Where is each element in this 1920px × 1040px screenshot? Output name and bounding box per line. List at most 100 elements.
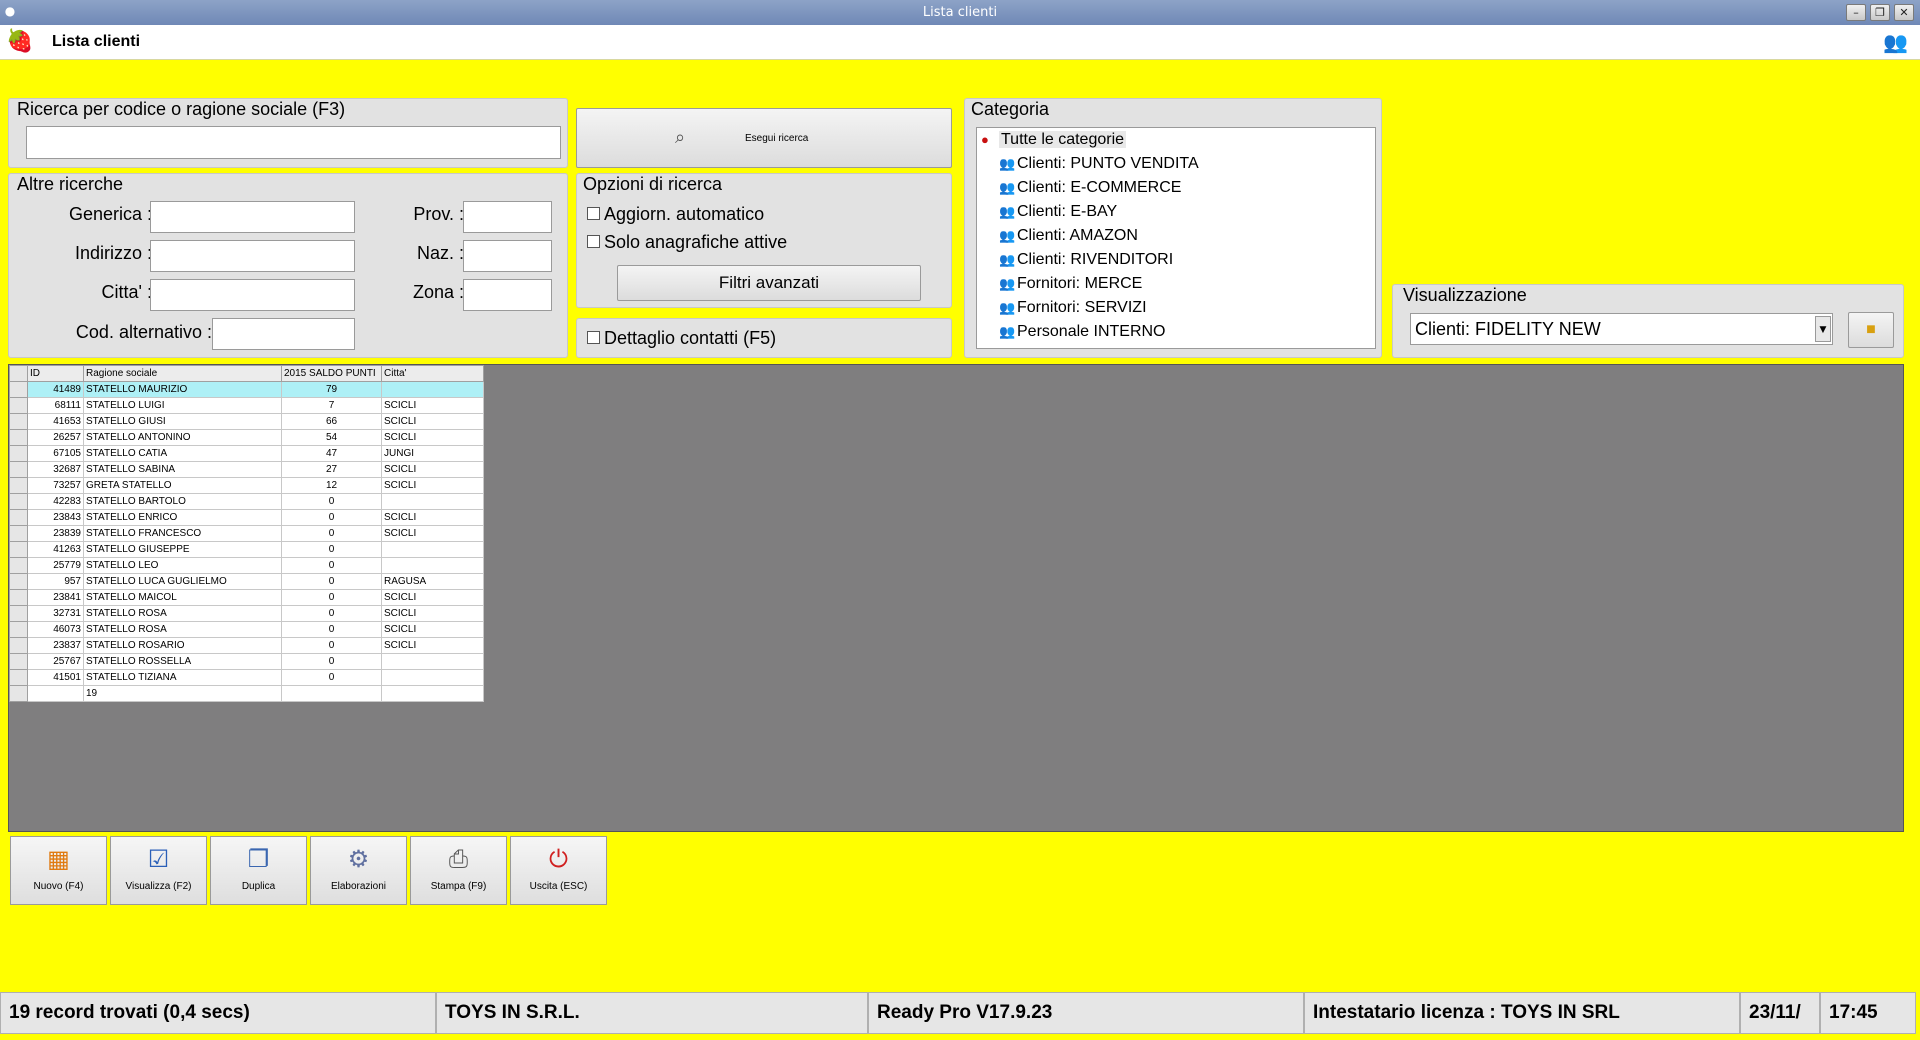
cell-citta[interactable] bbox=[381, 669, 484, 686]
cell-saldo[interactable]: 0 bbox=[281, 653, 382, 670]
cell-citta[interactable]: SCICLI bbox=[381, 477, 484, 494]
cell-saldo[interactable]: 66 bbox=[281, 413, 382, 430]
cell-citta[interactable]: SCICLI bbox=[381, 461, 484, 478]
cell-citta[interactable] bbox=[381, 653, 484, 670]
duplicate-button[interactable]: ❐ Duplica bbox=[210, 836, 307, 905]
active-only-box[interactable] bbox=[587, 234, 600, 248]
cell-id[interactable]: 46073 bbox=[27, 621, 84, 638]
cell-citta[interactable]: SCICLI bbox=[381, 637, 484, 654]
cell-ragione[interactable]: STATELLO GIUSEPPE bbox=[83, 541, 282, 558]
row-selector[interactable] bbox=[9, 573, 28, 590]
citta-input[interactable] bbox=[150, 279, 355, 311]
row-selector[interactable] bbox=[9, 509, 28, 526]
row-selector[interactable] bbox=[9, 477, 28, 494]
cell-ragione[interactable]: STATELLO ROSSELLA bbox=[83, 653, 282, 670]
printer-button[interactable]: ⎙ Stampa (F9) bbox=[410, 836, 507, 905]
category-item[interactable]: 👥 Fornitori: MERCE bbox=[999, 275, 1142, 293]
table-row[interactable]: 23839 STATELLO FRANCESCO 0 SCICLI bbox=[9, 525, 484, 542]
column-header-citta[interactable]: Citta' bbox=[381, 365, 484, 382]
cell-id[interactable]: 41489 bbox=[27, 381, 84, 398]
category-item[interactable]: 👥 Clienti: AMAZON bbox=[999, 227, 1138, 245]
cell-saldo[interactable]: 0 bbox=[281, 525, 382, 542]
cell-id[interactable]: 23837 bbox=[27, 637, 84, 654]
maximize-button[interactable]: ❐ bbox=[1870, 4, 1890, 21]
chevron-down-icon[interactable]: ▼ bbox=[1815, 316, 1831, 342]
cell-id[interactable]: 42283 bbox=[27, 493, 84, 510]
row-selector[interactable] bbox=[9, 461, 28, 478]
column-header-id[interactable]: ID bbox=[27, 365, 84, 382]
cell-saldo[interactable]: 0 bbox=[281, 605, 382, 622]
view-record-button[interactable]: ☑ Visualizza (F2) bbox=[110, 836, 207, 905]
cell-ragione[interactable]: STATELLO SABINA bbox=[83, 461, 282, 478]
cell-citta[interactable]: SCICLI bbox=[381, 429, 484, 446]
table-row[interactable]: 41263 STATELLO GIUSEPPE 0 bbox=[9, 541, 484, 558]
row-selector[interactable] bbox=[9, 429, 28, 446]
cell-id[interactable]: 23843 bbox=[27, 509, 84, 526]
cell-id[interactable]: 41501 bbox=[27, 669, 84, 686]
category-root[interactable]: ● Tutte le categorie bbox=[981, 131, 1127, 149]
category-tree[interactable]: ● Tutte le categorie 👥 Clienti: PUNTO VEND… bbox=[976, 127, 1376, 349]
contact-detail-box[interactable] bbox=[587, 330, 600, 344]
auto-update-checkbox[interactable]: Aggiorn. automatico bbox=[587, 204, 764, 225]
row-selector[interactable] bbox=[9, 621, 28, 638]
table-row[interactable]: 67105 STATELLO CATIA 47 JUNGI bbox=[9, 445, 484, 462]
prov-input[interactable] bbox=[463, 201, 552, 233]
cell-ragione[interactable]: STATELLO ROSA bbox=[83, 621, 282, 638]
cell-citta[interactable] bbox=[381, 493, 484, 510]
cell-citta[interactable]: JUNGI bbox=[381, 445, 484, 462]
cell-citta[interactable]: SCICLI bbox=[381, 621, 484, 638]
cell-citta[interactable]: SCICLI bbox=[381, 525, 484, 542]
exit-button[interactable]: ⏻ Uscita (ESC) bbox=[510, 836, 607, 905]
row-selector[interactable] bbox=[9, 637, 28, 654]
table-row[interactable]: 957 STATELLO LUCA GUGLIELMO 0 RAGUSA bbox=[9, 573, 484, 590]
row-selector[interactable] bbox=[9, 525, 28, 542]
table-row[interactable]: 32731 STATELLO ROSA 0 SCICLI bbox=[9, 605, 484, 622]
cell-saldo[interactable]: 0 bbox=[281, 493, 382, 510]
row-selector[interactable] bbox=[9, 381, 28, 398]
category-item[interactable]: 👥 Clienti: E-BAY bbox=[999, 203, 1117, 221]
cell-saldo[interactable]: 47 bbox=[281, 445, 382, 462]
cell-citta[interactable] bbox=[381, 381, 484, 398]
cell-saldo[interactable]: 7 bbox=[281, 397, 382, 414]
cell-citta[interactable] bbox=[381, 541, 484, 558]
table-row[interactable]: 32687 STATELLO SABINA 27 SCICLI bbox=[9, 461, 484, 478]
cell-saldo[interactable]: 0 bbox=[281, 509, 382, 526]
row-selector[interactable] bbox=[9, 493, 28, 510]
cell-id[interactable]: 23839 bbox=[27, 525, 84, 542]
cell-id[interactable]: 68111 bbox=[27, 397, 84, 414]
table-row[interactable]: 41653 STATELLO GIUSI 66 SCICLI bbox=[9, 413, 484, 430]
cell-ragione[interactable]: STATELLO LEO bbox=[83, 557, 282, 574]
process-button[interactable]: ⚙ Elaborazioni bbox=[310, 836, 407, 905]
table-row[interactable]: 73257 GRETA STATELLO 12 SCICLI bbox=[9, 477, 484, 494]
cell-ragione[interactable]: STATELLO BARTOLO bbox=[83, 493, 282, 510]
cell-id[interactable]: 67105 bbox=[27, 445, 84, 462]
table-row[interactable]: 25779 STATELLO LEO 0 bbox=[9, 557, 484, 574]
row-selector[interactable] bbox=[9, 589, 28, 606]
indirizzo-input[interactable] bbox=[150, 240, 355, 272]
cell-ragione[interactable]: STATELLO LUCA GUGLIELMO bbox=[83, 573, 282, 590]
cell-id[interactable]: 25779 bbox=[27, 557, 84, 574]
row-selector[interactable] bbox=[9, 557, 28, 574]
advanced-filters-button[interactable]: Filtri avanzati bbox=[617, 265, 921, 301]
column-header-ragione[interactable]: Ragione sociale bbox=[83, 365, 282, 382]
category-item[interactable]: 👥 Personale INTERNO bbox=[999, 323, 1166, 341]
cell-ragione[interactable]: STATELLO CATIA bbox=[83, 445, 282, 462]
table-row[interactable]: 41501 STATELLO TIZIANA 0 bbox=[9, 669, 484, 686]
cell-id[interactable]: 73257 bbox=[27, 477, 84, 494]
users-icon[interactable]: 👥 bbox=[1883, 30, 1908, 54]
cell-saldo[interactable]: 0 bbox=[281, 541, 382, 558]
cell-saldo[interactable]: 54 bbox=[281, 429, 382, 446]
auto-update-box[interactable] bbox=[587, 206, 600, 220]
category-item[interactable]: 👥 Clienti: PUNTO VENDITA bbox=[999, 155, 1199, 173]
table-row[interactable]: 23843 STATELLO ENRICO 0 SCICLI bbox=[9, 509, 484, 526]
view-folder-button[interactable]: ■ bbox=[1848, 312, 1894, 348]
generica-input[interactable] bbox=[150, 201, 355, 233]
row-selector[interactable] bbox=[9, 605, 28, 622]
cell-saldo[interactable]: 0 bbox=[281, 621, 382, 638]
row-selector[interactable] bbox=[9, 413, 28, 430]
cell-ragione[interactable]: STATELLO ENRICO bbox=[83, 509, 282, 526]
cell-saldo[interactable]: 0 bbox=[281, 589, 382, 606]
cell-id[interactable]: 32687 bbox=[27, 461, 84, 478]
view-select[interactable]: Clienti: FIDELITY NEW ▼ bbox=[1410, 313, 1833, 345]
cell-saldo[interactable]: 0 bbox=[281, 637, 382, 654]
